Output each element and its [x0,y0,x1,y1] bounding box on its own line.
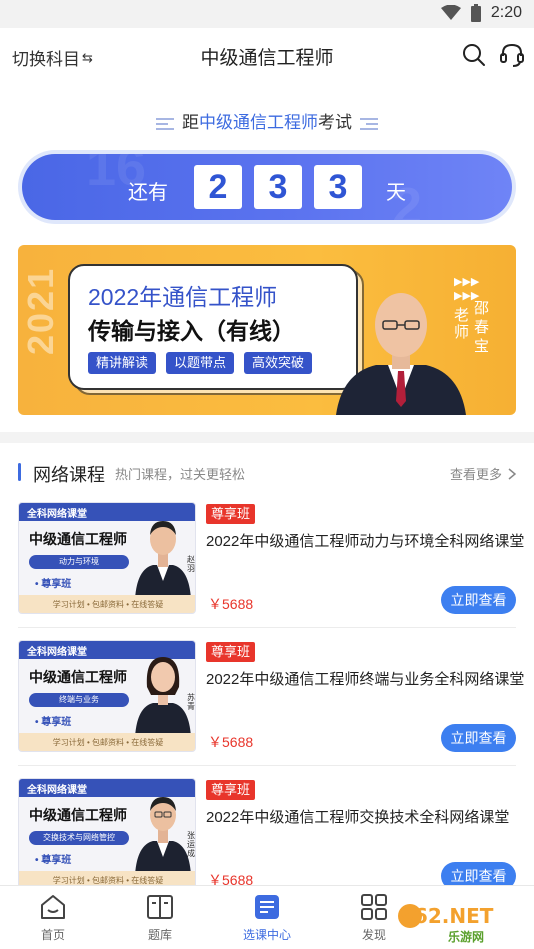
course-divider [18,627,516,628]
course-center-icon [255,895,279,919]
exam-caption-suffix: 考试 [318,113,352,132]
course-item[interactable]: 全科网络课堂 中级通信工程师 交换技术与网络管控 • 尊享班 张运成 学习计划 … [18,778,516,894]
view-more-link[interactable]: 查看更多 [450,464,516,483]
section-title: 网络课程 [33,465,105,485]
teacher-photo [336,293,466,415]
countdown-digit: 2 [194,165,242,209]
decor-lines-right [360,115,378,133]
thumb-title: 中级通信工程师 [29,807,127,823]
exam-countdown: 16 2 还有 2 3 3 天 [18,150,516,224]
section-divider [0,432,534,443]
status-bar: 2:20 [0,0,534,28]
banner-line2: 传输与接入（有线） [88,318,295,344]
course-thumbnail: 全科网络课堂 中级通信工程师 交换技术与网络管控 • 尊享班 张运成 学习计划 … [18,778,196,890]
grid-icon [361,894,387,920]
watermark-sub: 乐游网 [448,929,484,944]
home-icon [41,895,65,919]
class-badge: 尊享班 [206,504,256,524]
banner-tag: 精讲解读 [88,352,157,374]
thumb-class: • 尊享班 [35,717,72,728]
banner-teacher-name: 邵春宝 [474,300,490,355]
banner-line1: 2022年通信工程师 [88,284,278,310]
class-badge: 尊享班 [206,642,256,662]
exam-caption-prefix: 距 [182,113,199,132]
wifi-icon [440,5,461,20]
thumb-teacher-name: 赵羽 [187,555,195,573]
page-title: 中级通信工程师 [200,48,334,69]
teacher-photo [135,657,191,737]
course-name: 2022年中级通信工程师动力与环境全科网络课堂 [206,533,525,550]
banner-teacher-title: 老师 [454,307,470,341]
course-divider [18,765,516,766]
banner-tag: 高效突破 [244,352,313,374]
course-thumbnail: 全科网络课堂 中级通信工程师 终端与业务 • 尊享班 苏青 学习计划 • 包邮资… [18,640,196,752]
view-now-button[interactable]: 立即查看 [441,724,516,752]
search-icon[interactable] [461,42,487,68]
tab-home-label: 首页 [40,928,65,942]
thumb-subject: 动力与环境 [29,555,129,569]
watermark-text: 962.NET [400,904,494,928]
banner-tag: 以题带点 [166,352,235,374]
status-time: 2:20 [490,4,522,21]
tab-home[interactable]: 首页 [13,894,93,943]
app-header: 切换科目 ⇆ 中级通信工程师 [0,28,534,84]
course-name: 2022年中级通信工程师终端与业务全科网络课堂 [206,671,525,688]
thumb-footer: 学习计划 • 包邮资料 • 在线答疑 [19,733,195,751]
thumb-teacher-name: 张运成 [187,831,195,858]
thumb-footer: 学习计划 • 包邮资料 • 在线答疑 [19,595,195,613]
thumb-teacher-name: 苏青 [187,693,195,711]
course-thumbnail: 全科网络课堂 中级通信工程师 动力与环境 • 尊享班 赵羽 学习计划 • 包邮资… [18,502,196,614]
thumb-title: 中级通信工程师 [29,531,127,547]
thumb-header-label: 全科网络课堂 [27,509,87,520]
thumb-title: 中级通信工程师 [29,669,127,685]
chevron-right-icon [508,467,516,480]
thumb-subject: 交换技术与网络管控 [29,831,129,845]
battery-icon [470,4,481,22]
section-accent-bar [18,463,21,481]
thumb-class: • 尊享班 [35,855,72,866]
course-price: ￥5688 [208,596,254,612]
course-price: ￥5688 [208,734,254,750]
course-name: 2022年中级通信工程师交换技术全科网络课堂 [206,809,510,826]
tab-question-bank[interactable]: 题库 [120,894,200,943]
course-item[interactable]: 全科网络课堂 中级通信工程师 终端与业务 • 尊享班 苏青 学习计划 • 包邮资… [18,640,525,756]
thumb-subject: 终端与业务 [29,693,129,707]
section-header: 网络课程 热门课程，过关更轻松 查看更多 [18,460,516,485]
view-now-button[interactable]: 立即查看 [441,586,516,614]
thumb-header-label: 全科网络课堂 [27,647,87,658]
promo-banner[interactable]: 2021 2022年通信工程师 传输与接入（有线） 精讲解读 以题带点 高效突破… [18,245,516,415]
site-watermark-logo: 962.NET 乐游网 [398,904,494,944]
class-badge: 尊享班 [206,780,256,800]
tab-question-bank-label: 题库 [147,928,172,942]
status-icons: 2:20 [440,4,522,22]
customer-service-icon[interactable] [499,42,525,68]
teacher-photo [135,797,191,875]
view-more-label: 查看更多 [449,467,502,482]
course-item[interactable]: 全科网络课堂 中级通信工程师 动力与环境 • 尊享班 赵羽 学习计划 • 包邮资… [18,502,525,618]
countdown-digit: 3 [314,165,362,209]
tab-course-center[interactable]: 选课中心 [227,894,307,943]
banner-arrows-row: ▶▶▶ [454,276,480,288]
tab-course-center-label: 选课中心 [242,928,291,942]
thumb-class: • 尊享班 [35,579,72,590]
countdown-digit: 3 [254,165,302,209]
banner-year-watermark: 2021 [20,266,61,355]
section-subtitle: 热门课程，过关更轻松 [115,467,246,482]
countdown-pill: 16 2 还有 2 3 3 天 [22,154,512,220]
exam-caption-highlight: 中级通信工程师 [199,113,318,132]
teacher-photo [135,521,191,599]
banner-card: 2022年通信工程师 传输与接入（有线） 精讲解读 以题带点 高效突破 [68,264,358,390]
book-icon [147,895,173,919]
countdown-suffix: 天 [386,182,406,204]
thumb-header-label: 全科网络课堂 [27,785,87,796]
decor-lines-left [156,115,174,133]
exam-caption: 距中级通信工程师考试 [0,108,534,133]
countdown-prefix: 还有 [128,182,168,204]
bottom-tab-bar: 首页 题库 选课中心 发现 962.NET 乐游网 [0,885,534,949]
